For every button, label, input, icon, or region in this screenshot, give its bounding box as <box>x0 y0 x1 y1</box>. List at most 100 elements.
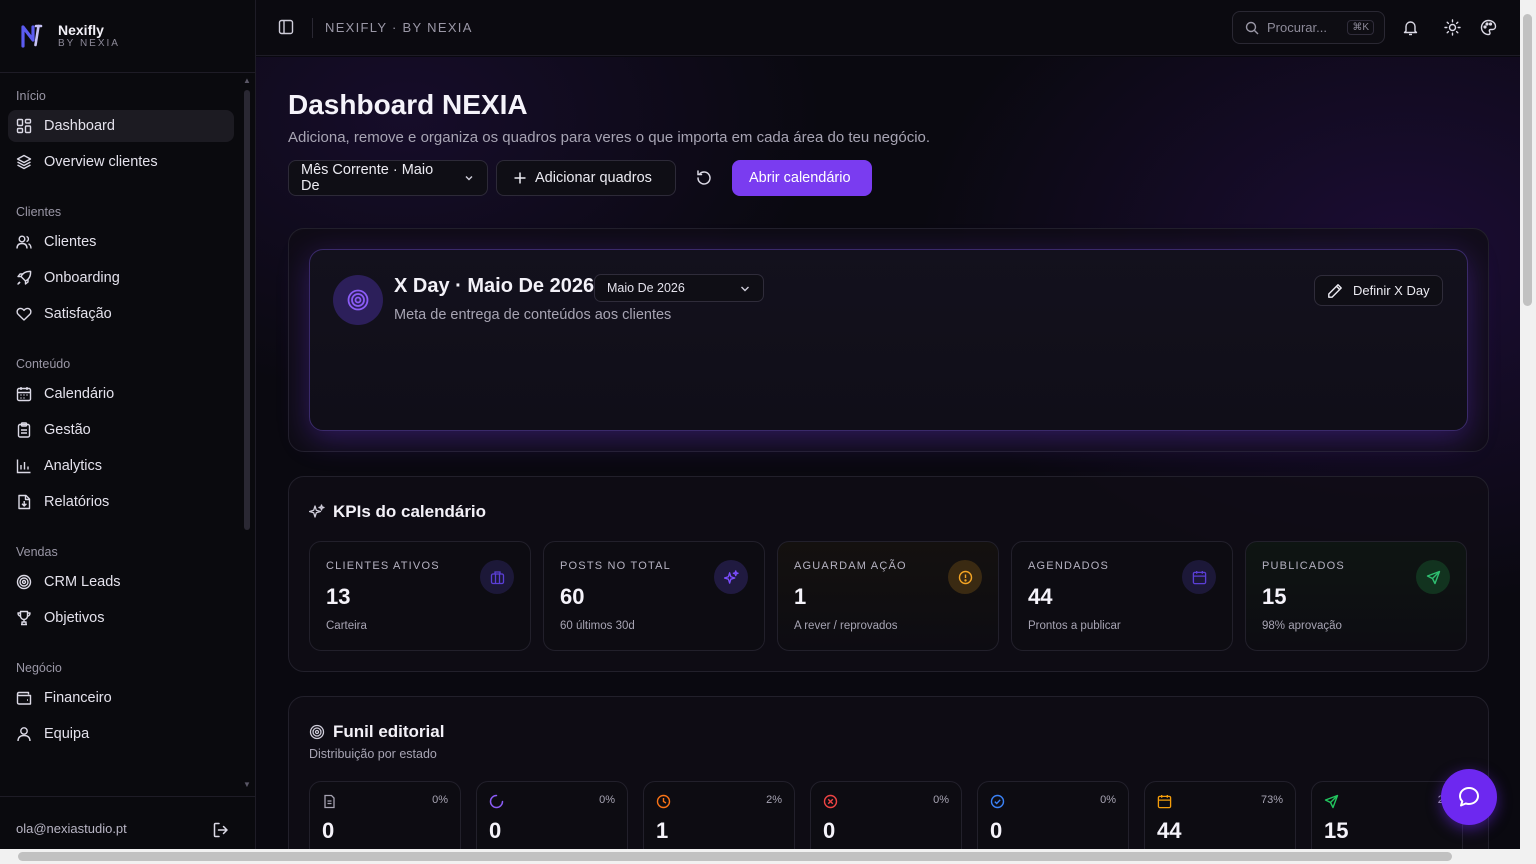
calendar-icon <box>16 387 32 402</box>
bar-chart-icon <box>16 459 31 474</box>
funnel-pct: 0% <box>432 794 448 806</box>
funnel-pct: 0% <box>1100 794 1116 806</box>
brand[interactable]: Nexifly BY NEXIA <box>20 22 120 50</box>
funnel-card-a-rever[interactable]: 2% 1 <box>643 781 795 849</box>
document-icon <box>324 794 335 809</box>
brand-subtitle: BY NEXIA <box>58 38 120 49</box>
user-icon <box>17 727 31 742</box>
kpi-card-agendados[interactable]: AGENDADOS 44 Prontos a publicar <box>1011 541 1233 651</box>
layers-icon <box>16 154 32 170</box>
palette-icon[interactable] <box>1480 19 1497 36</box>
sidebar-item-crm-leads[interactable]: CRM Leads <box>8 566 234 598</box>
sidebar-scrollbar[interactable] <box>244 90 250 530</box>
nav-group-label: Negócio <box>16 661 62 675</box>
sidebar: Nexifly BY NEXIA Início Dashboard Overvi… <box>0 0 256 864</box>
funnel-value: 44 <box>1157 818 1182 843</box>
nav-group-label: Vendas <box>16 545 58 559</box>
kpi-card-clientes-ativos[interactable]: CLIENTES ATIVOS 13 Carteira <box>309 541 531 651</box>
vertical-scrollbar-thumb[interactable] <box>1523 14 1532 306</box>
sidebar-item-label: Calendário <box>44 386 115 402</box>
sidebar-scroll-down-icon[interactable]: ▼ <box>243 780 251 789</box>
add-boards-label: Adicionar quadros <box>535 170 652 186</box>
kpi-note: A rever / reprovados <box>794 620 898 632</box>
send-icon <box>1426 570 1440 584</box>
sidebar-item-objetivos[interactable]: Objetivos <box>8 602 234 634</box>
search-shortcut: ⌘K <box>1347 20 1374 35</box>
funnel-card-publicados[interactable]: 25 15 <box>1311 781 1463 849</box>
target-icon <box>309 724 325 740</box>
topbar-separator <box>312 18 313 38</box>
funnel-card-aprovados[interactable]: 0% 0 <box>977 781 1129 849</box>
target-icon <box>16 574 32 590</box>
sidebar-item-analytics[interactable]: Analytics <box>8 450 234 482</box>
horizontal-scrollbar-thumb[interactable] <box>18 852 1452 861</box>
sidebar-item-label: Objetivos <box>44 610 105 626</box>
open-calendar-button[interactable]: Abrir calendário <box>732 160 872 196</box>
sidebar-item-calendario[interactable]: Calendário <box>8 378 234 410</box>
kpi-card-publicados[interactable]: PUBLICADOS 15 98% aprovação <box>1245 541 1467 651</box>
add-boards-button[interactable]: Adicionar quadros <box>496 160 676 196</box>
funnel-card-rascunho[interactable]: 0% 0 <box>309 781 461 849</box>
chat-button[interactable] <box>1441 769 1497 825</box>
sidebar-item-relatorios[interactable]: Relatórios <box>8 486 234 518</box>
funnel-pct: 0% <box>599 794 615 806</box>
sidebar-item-dashboard[interactable]: Dashboard <box>8 110 234 142</box>
sidebar-toggle-icon[interactable] <box>278 19 294 35</box>
funnel-value: 0 <box>489 818 502 843</box>
kpis-card: KPIs do calendário CLIENTES ATIVOS 13 Ca… <box>288 476 1489 672</box>
kpi-card-aguardam-acao[interactable]: AGUARDAM AÇÃO 1 A rever / reprovados <box>777 541 999 651</box>
kpi-label: AGENDADOS <box>1028 560 1110 572</box>
nav-group-label: Clientes <box>16 205 62 219</box>
report-icon <box>18 494 31 510</box>
search-placeholder: Procurar... <box>1267 20 1327 35</box>
sidebar-item-equipa[interactable]: Equipa <box>8 718 234 750</box>
funnel-value: 0 <box>823 818 836 843</box>
chat-bubble-icon <box>1459 787 1479 807</box>
funnel-card-agendados[interactable]: 73% 44 <box>1144 781 1296 849</box>
kpi-icon-badge <box>1416 560 1450 594</box>
target-icon <box>347 289 369 311</box>
period-select[interactable]: Mês Corrente · Maio De <box>288 160 488 196</box>
sidebar-item-label: Satisfação <box>44 306 112 322</box>
search-icon <box>1245 21 1259 34</box>
sidebar-divider <box>0 72 255 73</box>
define-xday-button[interactable]: Definir X Day <box>1314 275 1443 306</box>
main-content: Dashboard NEXIA Adiciona, remove e organ… <box>256 57 1520 849</box>
page-subtitle: Adiciona, remove e organiza os quadros p… <box>288 129 931 146</box>
trophy-icon <box>17 610 31 626</box>
xday-month-select[interactable]: Maio De 2026 <box>594 274 764 302</box>
funnel-value: 0 <box>322 818 335 843</box>
x-circle-icon <box>823 794 838 809</box>
kpi-label: PUBLICADOS <box>1262 560 1345 572</box>
open-calendar-label: Abrir calendário <box>749 170 851 186</box>
sun-icon[interactable] <box>1444 19 1461 36</box>
sidebar-scroll-up-icon[interactable]: ▲ <box>243 76 251 85</box>
kpi-label: POSTS NO TOTAL <box>560 560 671 572</box>
wallet-icon <box>16 691 32 705</box>
sidebar-item-overview-clientes[interactable]: Overview clientes <box>8 146 234 178</box>
clock-icon <box>656 794 671 809</box>
logout-icon[interactable] <box>212 821 230 839</box>
sidebar-item-label: Gestão <box>44 422 91 438</box>
kpi-value: 60 <box>560 584 585 609</box>
funnel-card-reprovados[interactable]: 0% 0 <box>810 781 962 849</box>
funnel-card-em-producao[interactable]: 0% 0 <box>476 781 628 849</box>
search-input[interactable]: Procurar... ⌘K <box>1232 11 1385 44</box>
kpi-label: AGUARDAM AÇÃO <box>794 560 907 572</box>
period-select-label: Mês Corrente · Maio De <box>301 162 434 194</box>
kpis-title: KPIs do calendário <box>333 502 487 521</box>
nexifly-logo-icon <box>21 24 43 48</box>
kpi-icon-badge <box>480 560 514 594</box>
sidebar-footer-divider <box>0 796 255 797</box>
kpi-card-posts-total[interactable]: POSTS NO TOTAL 60 60 últimos 30d <box>543 541 765 651</box>
kpi-note: 98% aprovação <box>1262 620 1342 632</box>
users-icon <box>16 235 32 249</box>
sidebar-item-financeiro[interactable]: Financeiro <box>8 682 234 714</box>
sidebar-item-gestao[interactable]: Gestão <box>8 414 234 446</box>
sidebar-item-clientes[interactable]: Clientes <box>8 226 234 258</box>
user-email: ola@nexiastudio.pt <box>16 821 127 836</box>
refresh-icon[interactable] <box>695 169 713 187</box>
sidebar-item-onboarding[interactable]: Onboarding <box>8 262 234 294</box>
bell-icon[interactable] <box>1402 19 1419 36</box>
sidebar-item-satisfacao[interactable]: Satisfação <box>8 298 234 330</box>
